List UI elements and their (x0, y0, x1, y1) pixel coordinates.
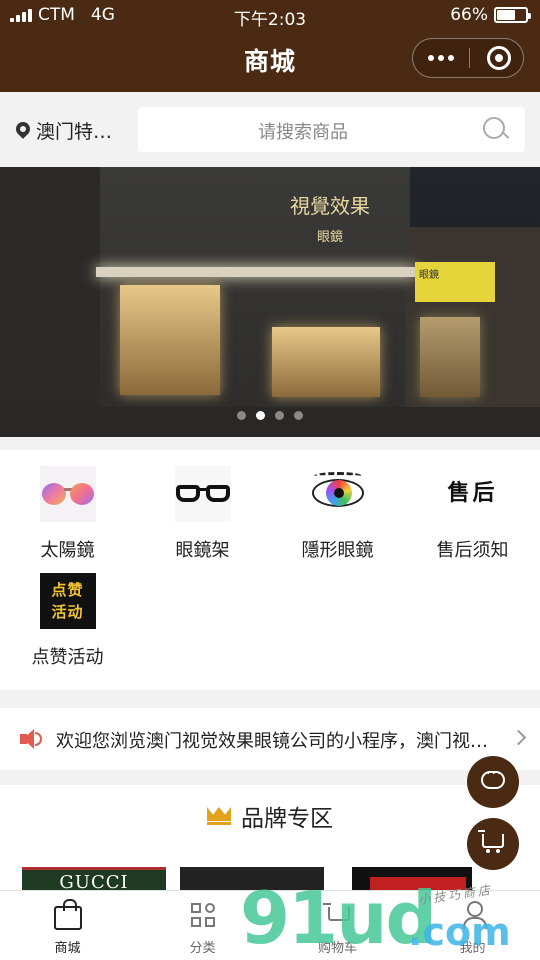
category-grid: 太陽鏡 眼鏡架 隱形眼鏡 售后 售后须知 点赞 活动 点赞活动 (0, 450, 540, 690)
category-label: 隱形眼鏡 (301, 540, 374, 561)
tab-label: 商城 (54, 941, 81, 956)
search-placeholder: 请搜索商品 (258, 122, 348, 143)
carousel-dot[interactable] (294, 411, 303, 420)
brand-section: 品牌专区 GUCCI (0, 785, 540, 895)
carousel-dot[interactable] (275, 411, 284, 420)
carousel-dot[interactable] (237, 411, 246, 420)
category-contact-lenses[interactable]: 隱形眼鏡 (270, 466, 405, 562)
banner-building-left (0, 167, 110, 437)
eyeglass-frames-icon (174, 466, 231, 522)
after-sales-icon: 售后 (447, 481, 498, 506)
search-row: 澳门特… 请搜索商品 (0, 92, 540, 167)
chevron-right-icon[interactable] (510, 729, 527, 746)
battery-fill (497, 10, 516, 20)
brand-section-label: 品牌专区 (241, 806, 333, 832)
status-bar: CTM 4G 下午2:03 66% (0, 0, 540, 30)
banner-shop-window (272, 327, 380, 397)
category-label: 眼鏡架 (175, 540, 230, 561)
brand-section-title: 品牌专区 (0, 799, 540, 833)
banner-yellow-sign: 眼鏡 (415, 262, 495, 302)
tab-label: 分类 (189, 941, 216, 956)
tab-label: 购物车 (317, 941, 357, 956)
search-input[interactable]: 请搜索商品 (138, 107, 525, 152)
status-right: 66% (450, 5, 531, 25)
battery-icon (494, 7, 531, 23)
banner-carousel[interactable]: 視覺效果 眼鏡 眼鏡 (0, 167, 540, 437)
miniprogram-capsule (412, 38, 524, 78)
location-pin-icon (16, 122, 30, 140)
customer-service-button[interactable] (467, 756, 519, 808)
notice-bar[interactable]: 欢迎您浏览澳门视觉效果眼镜公司的小程序，澳门视觉效果眼镜公司 (0, 708, 540, 770)
carousel-dot[interactable] (256, 411, 265, 420)
location-selector[interactable]: 澳门特… (16, 117, 112, 144)
contact-lens-eye-icon (309, 466, 366, 522)
person-icon (457, 899, 489, 931)
banner-shop-sign: 視覺效果 眼鏡 (290, 194, 370, 245)
search-icon[interactable] (483, 117, 509, 143)
cart-icon (478, 830, 504, 853)
category-sunglasses[interactable]: 太陽鏡 (0, 466, 135, 562)
category-label: 售后须知 (436, 540, 509, 561)
chat-bubble-icon (481, 766, 505, 789)
category-label: 点赞活动 (31, 647, 104, 668)
tab-mine[interactable]: 我的 (405, 899, 540, 956)
close-miniprogram-button[interactable] (487, 46, 511, 70)
banner-shop-window (120, 285, 220, 395)
speaker-icon (20, 729, 42, 749)
location-label: 澳门特… (36, 121, 113, 143)
banner-shop-window (420, 317, 480, 397)
capsule-divider (469, 48, 470, 68)
banner-awning-light (96, 267, 416, 277)
tab-mall[interactable]: 商城 (0, 899, 135, 956)
tab-category[interactable]: 分类 (135, 899, 270, 956)
tab-label: 我的 (459, 941, 486, 956)
floating-cart-button[interactable] (467, 818, 519, 870)
cart-icon (322, 899, 354, 931)
category-grid-icon (187, 899, 219, 931)
category-after-sales[interactable]: 售后 售后须知 (405, 466, 540, 562)
tab-cart[interactable]: 购物车 (270, 899, 405, 956)
banner-shop-sign-small (112, 227, 202, 267)
category-eyeglass-frames[interactable]: 眼鏡架 (135, 466, 270, 562)
battery-percent: 66% (450, 5, 488, 25)
crown-icon (207, 807, 231, 825)
shopping-bag-icon (52, 899, 84, 931)
app-header: CTM 4G 下午2:03 66% 商城 (0, 0, 540, 92)
more-options-button[interactable] (413, 39, 469, 77)
category-label: 太陽鏡 (40, 540, 95, 561)
sunglasses-icon (39, 466, 96, 522)
notice-text: 欢迎您浏览澳门视觉效果眼镜公司的小程序，澳门视觉效果眼镜公司 (56, 731, 501, 752)
likes-activity-icon: 点赞 活动 (39, 573, 96, 629)
category-likes-activity[interactable]: 点赞 活动 点赞活动 (0, 573, 135, 669)
carousel-indicators (0, 411, 540, 420)
bottom-tab-bar: 商城 分类 购物车 我的 (0, 890, 540, 960)
